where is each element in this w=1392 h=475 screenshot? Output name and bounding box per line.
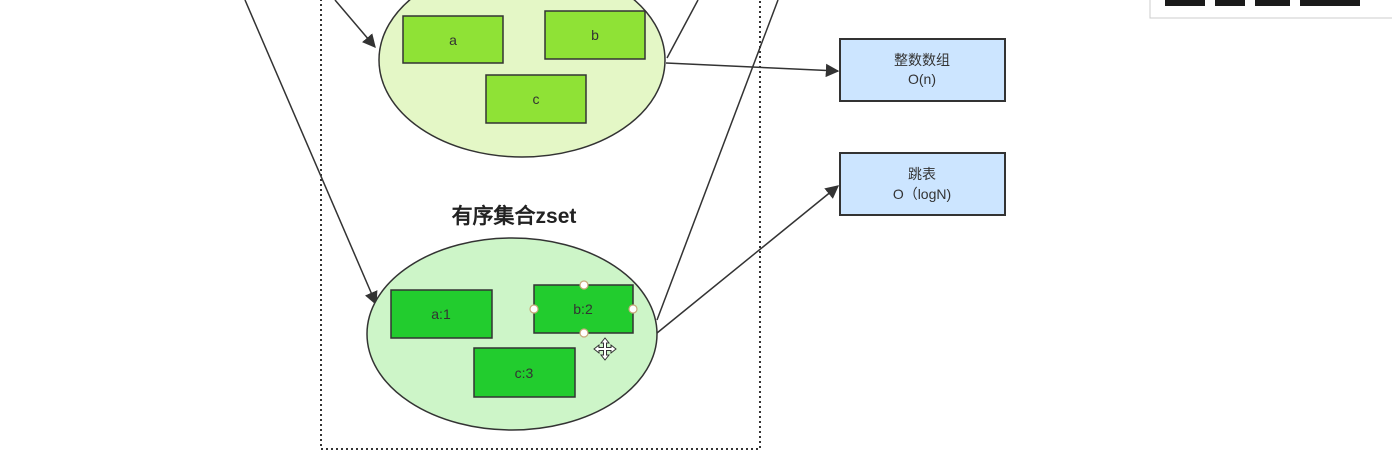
zset-item-b2-label: b:2 [573, 301, 593, 317]
set-item-b-label: b [591, 27, 599, 43]
selection-handle-left[interactable] [529, 304, 539, 314]
selection-handle-bottom[interactable] [579, 328, 589, 338]
skip-list-box[interactable] [839, 152, 1006, 216]
connector-to-set-ellipse [334, 0, 376, 49]
integer-array-name: 整数数组 [894, 52, 950, 68]
integer-array-complexity: O(n) [908, 71, 936, 87]
zset-item-c3-label: c:3 [515, 365, 534, 381]
connector-from-set-up [666, 0, 699, 59]
arrow-to-skip-list [656, 185, 840, 334]
selection-handle-right[interactable] [628, 304, 638, 314]
skip-list-name: 跳表 [908, 166, 936, 182]
zset-title: 有序集合zset [452, 204, 577, 228]
set-item-a-label: a [449, 32, 457, 48]
skip-list-complexity: O（logN) [893, 186, 951, 202]
connector-to-zset-ellipse [244, 0, 378, 306]
zset-item-a1-label: a:1 [431, 306, 451, 322]
set-item-c-label: c [533, 91, 540, 107]
cropped-top-right-element [1149, 0, 1392, 19]
selection-handle-top[interactable] [579, 280, 589, 290]
diagram-canvas: a b c 整数数组 O(n) 有序集合zset a:1 b:2 c:3 跳表 … [244, 0, 1392, 450]
integer-array-box[interactable] [839, 38, 1006, 102]
